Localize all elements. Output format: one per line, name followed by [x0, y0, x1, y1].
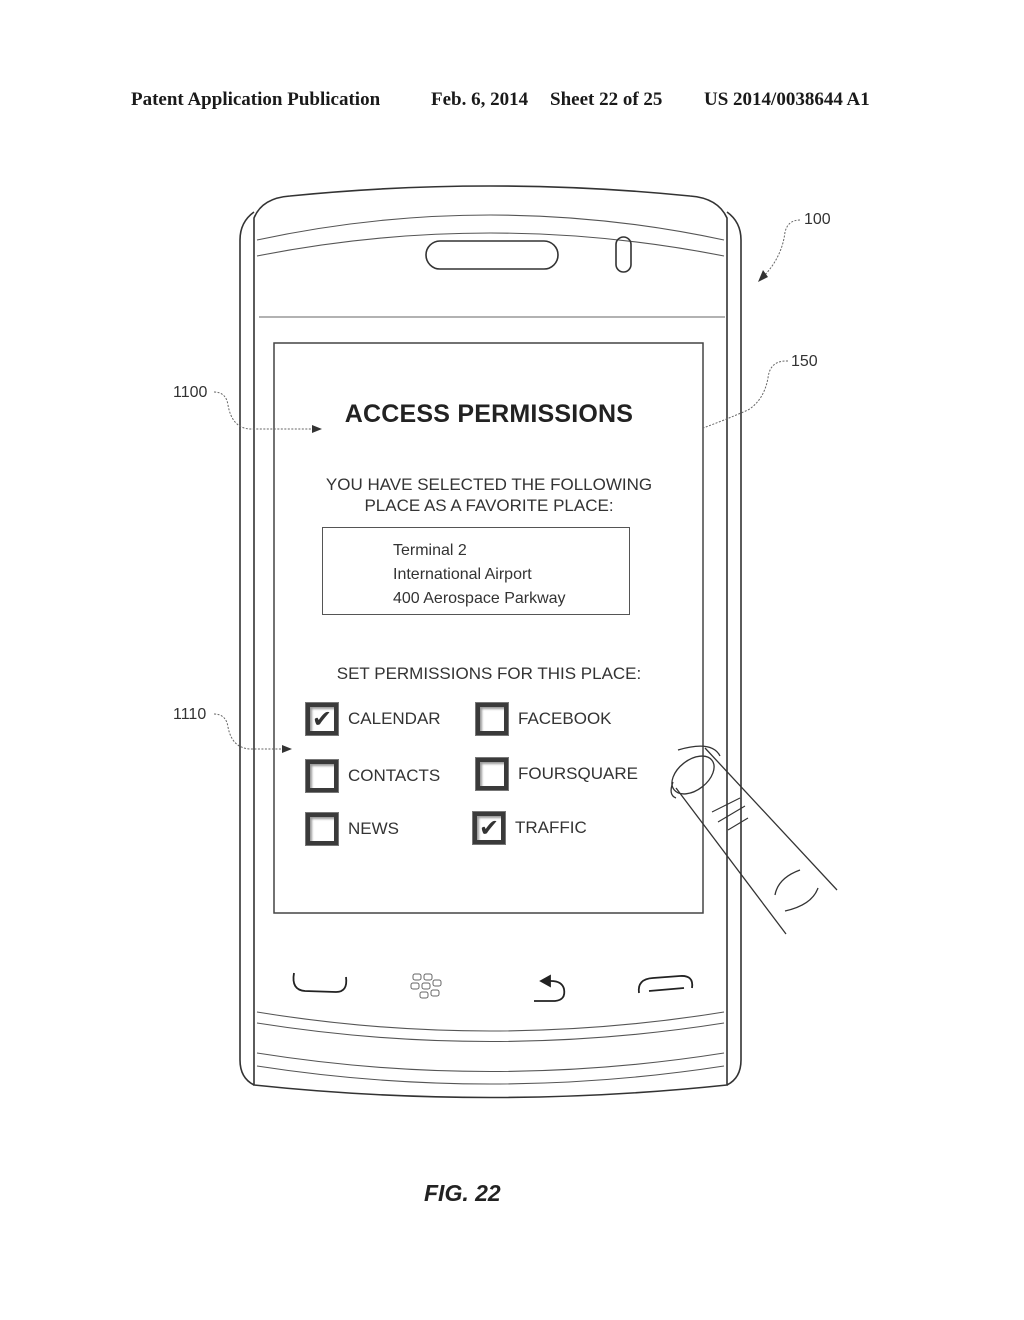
figure-caption: FIG. 22	[424, 1180, 501, 1206]
device-top-arc-2	[256, 232, 725, 257]
device-top-arc-1	[256, 214, 725, 241]
earpiece	[425, 240, 559, 270]
traffic-checkbox[interactable]: ✔	[472, 811, 506, 845]
permission-foursquare[interactable]: FOURSQUARE	[475, 757, 638, 791]
leader-150	[702, 360, 789, 429]
checkmark-icon: ✔	[479, 814, 500, 842]
finger-illustration	[670, 745, 838, 935]
place-address-box: Terminal 2 International Airport 400 Aer…	[322, 527, 630, 615]
facebook-checkbox[interactable]	[475, 702, 509, 736]
device-bottom-arc-3	[256, 1052, 725, 1073]
leader-1110	[213, 713, 286, 750]
checkmark-icon: ✔	[312, 705, 333, 733]
contacts-label: CONTACTS	[348, 766, 441, 785]
ref-numeral-device: 100	[804, 211, 831, 228]
ref-numeral-screen: 1100	[173, 384, 208, 401]
contacts-checkbox[interactable]	[305, 759, 339, 793]
facebook-label: FACEBOOK	[518, 709, 612, 728]
back-arrow-head	[539, 974, 551, 988]
device-bottom-arc-4	[256, 1065, 725, 1085]
arrowhead-1110	[282, 745, 292, 753]
place-location: International Airport	[393, 566, 532, 583]
news-label: NEWS	[348, 819, 399, 838]
permissions-heading: SET PERMISSIONS FOR THIS PLACE:	[336, 664, 642, 683]
message-line-1: YOU HAVE SELECTED THE FOLLOWING	[325, 475, 653, 494]
device-bottom-arc-2	[256, 1022, 725, 1043]
calendar-checkbox[interactable]: ✔	[305, 702, 339, 736]
ref-numeral-permissions: 1110	[173, 706, 207, 723]
permission-traffic[interactable]: ✔ TRAFFIC	[472, 811, 587, 845]
place-name: Terminal 2	[393, 542, 467, 559]
call-button-icon	[292, 972, 348, 993]
place-street: 400 Aerospace Parkway	[393, 590, 566, 607]
foursquare-checkbox[interactable]	[475, 757, 509, 791]
permission-calendar[interactable]: ✔ CALENDAR	[305, 702, 441, 736]
device-drawing	[213, 185, 838, 1099]
arrowhead-100	[758, 270, 768, 282]
permission-news[interactable]: NEWS	[305, 812, 399, 846]
message-line-2: PLACE AS A FAVORITE PLACE:	[364, 496, 614, 515]
menu-button-icon	[410, 973, 442, 999]
permission-contacts[interactable]: CONTACTS	[305, 759, 440, 793]
end-call-button-icon	[637, 975, 694, 994]
traffic-label: TRAFFIC	[515, 818, 587, 837]
news-checkbox[interactable]	[305, 812, 339, 846]
screen-title: ACCESS PERMISSIONS	[344, 400, 634, 428]
device-bottom-arc-1	[256, 1011, 725, 1032]
permission-facebook[interactable]: FACEBOOK	[475, 702, 612, 736]
device-body	[253, 185, 728, 1099]
calendar-label: CALENDAR	[348, 709, 441, 728]
ref-numeral-display: 150	[791, 353, 818, 370]
device-side-left	[239, 211, 255, 1086]
foursquare-label: FOURSQUARE	[518, 764, 638, 783]
leader-100	[761, 219, 801, 279]
favorite-place-message: YOU HAVE SELECTED THE FOLLOWING PLACE AS…	[275, 474, 703, 516]
device-side-right	[726, 211, 742, 1086]
camera	[615, 236, 632, 273]
